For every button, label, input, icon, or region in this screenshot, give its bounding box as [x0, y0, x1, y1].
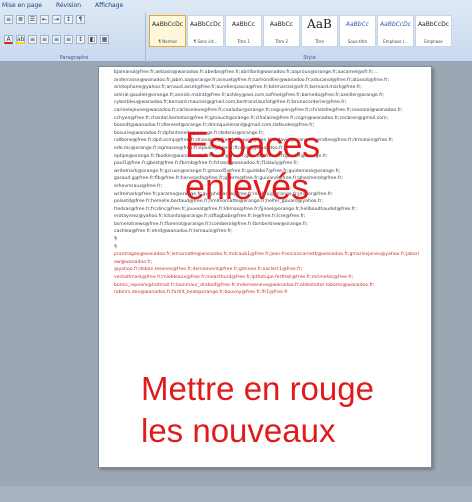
multilevel-list-icon[interactable]: ☰ [28, 15, 37, 24]
style-titre-1[interactable]: AaBbCc Titre 1 [225, 15, 262, 47]
new-address-paragraph[interactable]: @yahoo.fr;deban.lesenes@free.fr;demaeven… [114, 266, 419, 274]
decrease-indent-icon[interactable]: ⇤ [40, 15, 49, 24]
address-paragraph[interactable]: carinelejeune@wanadoo.fr;carloseleve@fre… [114, 107, 419, 115]
style-gallery: AaBbCcDc ¶ Normal AaBbCcDc ¶ Sans int...… [149, 15, 452, 47]
highlight-icon[interactable]: ab [16, 35, 25, 44]
workspace-bottom [0, 486, 472, 502]
annotation-les-nouveaux: les nouveaux [141, 412, 336, 449]
tab-mise-en-page[interactable]: Mise en page [2, 0, 42, 12]
style-sous-titre[interactable]: AaBbCc Sous-titre [339, 15, 376, 47]
line-spacing-icon[interactable]: ↕ [76, 35, 85, 44]
annotation-mettre-en-rouge: Mettre en rouge [141, 370, 374, 407]
tab-affichage[interactable]: Affichage [95, 0, 123, 12]
borders-icon[interactable]: ▦ [100, 35, 109, 44]
annotation-espaces: Espaces [185, 124, 320, 165]
numbering-icon[interactable]: ≣ [16, 15, 25, 24]
address-paragraph[interactable]: amiral.gaudier@orange.fr;annick.malrat@f… [114, 92, 419, 100]
bullets-icon[interactable]: ≡ [4, 15, 13, 24]
style-titre-2[interactable]: AaBbCc Titre 2 [263, 15, 300, 47]
sort-icon[interactable]: ↕ [64, 15, 73, 24]
align-center-icon[interactable]: ≡ [40, 35, 49, 44]
ribbon-tabs: Mise en page Révision Affichage [0, 0, 472, 12]
style-group-label: Style [303, 55, 316, 61]
font-paragraph-group: ≡ ≣ ☰ ⇤ ⇥ ↕ ¶ A ab ≡ ≡ ≡ ≡ ↕ ◧ ▦ Paragra… [0, 13, 146, 62]
annotation-enleves: enlevés [185, 166, 310, 207]
paragraph-group-label: Paragraphe [59, 55, 89, 61]
show-marks-icon[interactable]: ¶ [76, 15, 85, 24]
address-paragraph[interactable]: aristophane@yahoo.fr;arnaud.asset@free.f… [114, 84, 419, 92]
style-emphase[interactable]: AaBbCcDc Emphase [415, 15, 452, 47]
paragraph-tools-row2: A ab ≡ ≡ ≡ ≡ ↕ ◧ ▦ [4, 35, 109, 44]
align-right-icon[interactable]: ≡ [52, 35, 61, 44]
document-page[interactable]: bjamanol@free.fr;aebasis@wanadoo.fr;abel… [98, 66, 432, 468]
address-paragraph[interactable]: ¶ [114, 236, 419, 244]
styles-group: AaBbCcDc ¶ Normal AaBbCcDc ¶ Sans int...… [147, 13, 472, 62]
address-paragraph[interactable]: bjamanol@free.fr;aebasis@wanadoo.fr;abel… [114, 69, 419, 77]
address-paragraph[interactable]: cashlea@free.fr;ehrd@wanadoo.fr;lemauin@… [114, 228, 419, 236]
address-paragraph[interactable]: cchyon@free.fr;chantal.bemetan@free.fr;g… [114, 115, 419, 123]
justify-icon[interactable]: ≡ [64, 35, 73, 44]
style-titre[interactable]: AaB Titre [301, 15, 338, 47]
address-paragraph[interactable]: cyberbleu@wanadoo.fr;bernard.maurois@gma… [114, 99, 419, 107]
ribbon: Mise en page Révision Affichage ≡ ≣ ☰ ⇤ … [0, 0, 472, 62]
new-address-paragraph[interactable]: robmrs.dev@wanadoo.fr;fartlit_beat@orang… [114, 289, 419, 297]
new-address-paragraph[interactable]: bomic_iepeam@hotmail.fr;laonmaur_drabolf… [114, 282, 419, 290]
align-left-icon[interactable]: ≡ [28, 35, 37, 44]
address-paragraph[interactable]: anderrasse@wanadoo.fr;jabm.aa@orange.fr;… [114, 77, 419, 85]
style-normal[interactable]: AaBbCcDc ¶ Normal [149, 15, 186, 47]
increase-indent-icon[interactable]: ⇥ [52, 15, 61, 24]
shading-icon[interactable]: ◧ [88, 35, 97, 44]
paragraph-group: ≡ ≣ ☰ ⇤ ⇥ ↕ ¶ A ab ≡ ≡ ≡ ≡ ↕ ◧ ▦ Paragra… [2, 13, 146, 62]
paragraph-tools-row1: ≡ ≣ ☰ ⇤ ⇥ ↕ ¶ [4, 15, 85, 24]
address-paragraph[interactable]: erotaymez@yahoo.fr;lchantal@orange.fr;st… [114, 213, 419, 221]
style-sans-interligne[interactable]: AaBbCcDc ¶ Sans int... [187, 15, 224, 47]
address-paragraph[interactable]: ¶ [114, 244, 419, 252]
new-address-paragraph[interactable]: verhaltmark@free.fr;miebleaux@free.fr;me… [114, 274, 419, 282]
style-emphase-legere[interactable]: AaBbCcDc Emphase l... [377, 15, 414, 47]
new-address-paragraph[interactable]: prantragea@wanadoo.fr;lemarnotte@wanadoo… [114, 251, 419, 266]
tab-revision[interactable]: Révision [56, 0, 81, 12]
font-color-icon[interactable]: A [4, 35, 13, 44]
address-paragraph[interactable]: bsmerotnews@free.fr;flarenot@orange.fr;l… [114, 221, 419, 229]
